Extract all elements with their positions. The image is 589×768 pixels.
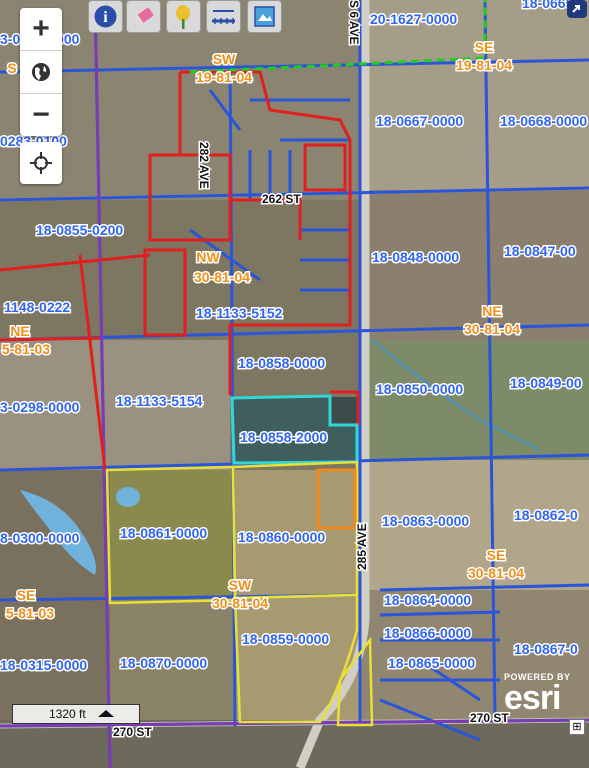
- expand-icon: [572, 5, 580, 13]
- road-label: 270 ST: [113, 725, 152, 739]
- section-number: 30-81-04: [468, 565, 524, 581]
- section-quarter: NW: [196, 249, 220, 265]
- road-label: 285 AVE: [355, 523, 369, 570]
- parcel-label: 18-0315-0000: [0, 657, 87, 673]
- road-label: 282 AVE: [197, 142, 211, 189]
- parcel-label: 18-0850-0000: [376, 381, 463, 397]
- section-quarter: SW: [213, 51, 236, 67]
- section-number: 5-81-03: [2, 341, 50, 357]
- basemap-button[interactable]: [20, 51, 62, 94]
- parcel-label: 18-0858-2000: [240, 429, 327, 445]
- parcel-label: 18-0863-0000: [382, 513, 469, 529]
- zoom-in-button[interactable]: +: [20, 8, 62, 51]
- print-tool-button[interactable]: [247, 0, 282, 33]
- info-icon: i: [94, 5, 117, 28]
- parcel-label: 8-0300-0000: [0, 530, 80, 546]
- esri-logo: esri: [504, 679, 561, 717]
- parcel-label: 18-0667-0000: [376, 113, 463, 129]
- parcel-label: 18-0668-0000: [500, 113, 587, 129]
- section-number: 5-81-03: [6, 605, 54, 621]
- section-number: 30-81-04: [212, 595, 268, 611]
- parcel-label: 18-0847-00: [504, 243, 576, 259]
- parcel-label: 18-0859-0000: [242, 631, 329, 647]
- measure-tool-button[interactable]: [206, 0, 241, 33]
- globe-icon: [32, 63, 50, 81]
- parcel-label: 18-0870-0000: [120, 655, 207, 671]
- parcel-label: 18-0860-0000: [238, 529, 325, 545]
- pin-icon: [176, 5, 190, 29]
- parcel-label: 3-0298-0000: [0, 399, 80, 415]
- parcel-label: 18-0862-0: [514, 507, 578, 523]
- zoom-out-button[interactable]: −: [20, 94, 62, 136]
- crosshair-icon: [30, 152, 52, 174]
- eraser-tool-button[interactable]: [126, 0, 161, 33]
- road-label: 262 ST: [262, 192, 301, 206]
- section-number: 19-81-04: [456, 57, 512, 73]
- section-quarter: NE: [482, 303, 501, 319]
- expand-button[interactable]: [567, 0, 587, 18]
- parcel-label: 18-0848-0000: [372, 249, 459, 265]
- parcel-label: 20-1627-0000: [370, 11, 457, 27]
- parcel-label: 18-1133-5152: [196, 305, 283, 321]
- section-quarter: SE: [475, 39, 494, 55]
- parcel-map[interactable]: 20-1627-0000 18-0665 3-0000-0000 0283-01…: [0, 0, 589, 768]
- locate-button[interactable]: [20, 142, 62, 184]
- info-tool-button[interactable]: i: [88, 0, 123, 33]
- parcel-label: 1148-0222: [4, 299, 70, 315]
- parcel-label: 18-1133-5154: [116, 393, 203, 409]
- parcel-label: 18-0865-0000: [388, 655, 475, 671]
- parcel-label: 18-0861-0000: [120, 525, 207, 541]
- section-quarter: SW: [229, 577, 252, 593]
- scale-label: 1320 ft: [49, 707, 86, 721]
- svg-text:i: i: [103, 9, 108, 26]
- scale-bar: 1320 ft: [12, 704, 140, 724]
- parcel-label: 18-0849-00: [510, 375, 582, 391]
- parcel-label: 18-0864-0000: [384, 592, 471, 608]
- measure-icon: [212, 10, 235, 24]
- road-label: S 6 AVE: [347, 0, 361, 45]
- parcel-label: 18-0855-0200: [36, 222, 123, 238]
- parcel-label: 18-0858-0000: [238, 355, 325, 371]
- esri-attribution: POWERED BY esri: [504, 672, 571, 717]
- parcel-label: 18-0867-0: [514, 641, 578, 657]
- expand-corner-button[interactable]: ⊞: [569, 719, 585, 735]
- section-number: 30-81-04: [194, 269, 250, 285]
- pin-tool-button[interactable]: [166, 0, 201, 33]
- triangle-icon: [97, 710, 114, 717]
- section-quarter: S: [7, 60, 16, 76]
- section-quarter: SE: [17, 587, 36, 603]
- zoom-control: + −: [20, 8, 62, 136]
- parcel-label: 18-0665: [522, 0, 574, 11]
- section-number: 19-81-04: [196, 69, 252, 85]
- section-quarter: NE: [10, 323, 29, 339]
- eraser-icon: [131, 7, 154, 27]
- section-quarter: SE: [487, 547, 506, 563]
- print-icon: [254, 6, 275, 27]
- parcel-label: 18-0866-0000: [384, 625, 471, 641]
- section-number: 30-81-04: [464, 321, 520, 337]
